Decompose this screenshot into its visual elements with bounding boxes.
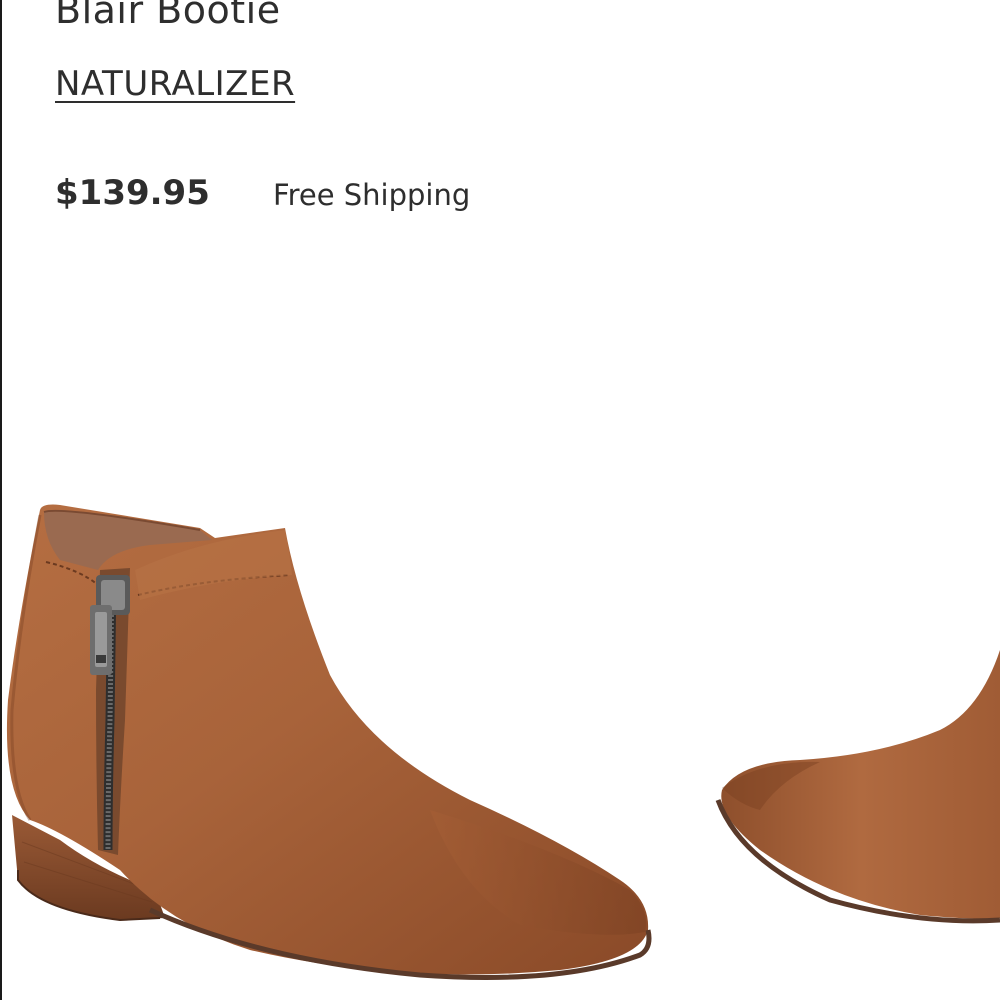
boot-illustration <box>6 504 1000 980</box>
product-price: $139.95 <box>55 173 210 213</box>
product-title: Blair Bootie <box>55 0 281 32</box>
left-boot <box>6 504 652 980</box>
shipping-info: Free Shipping <box>273 178 471 212</box>
right-boot <box>715 650 1000 924</box>
product-image[interactable] <box>0 470 1000 1000</box>
brand-link[interactable]: NATURALIZER <box>55 64 295 104</box>
